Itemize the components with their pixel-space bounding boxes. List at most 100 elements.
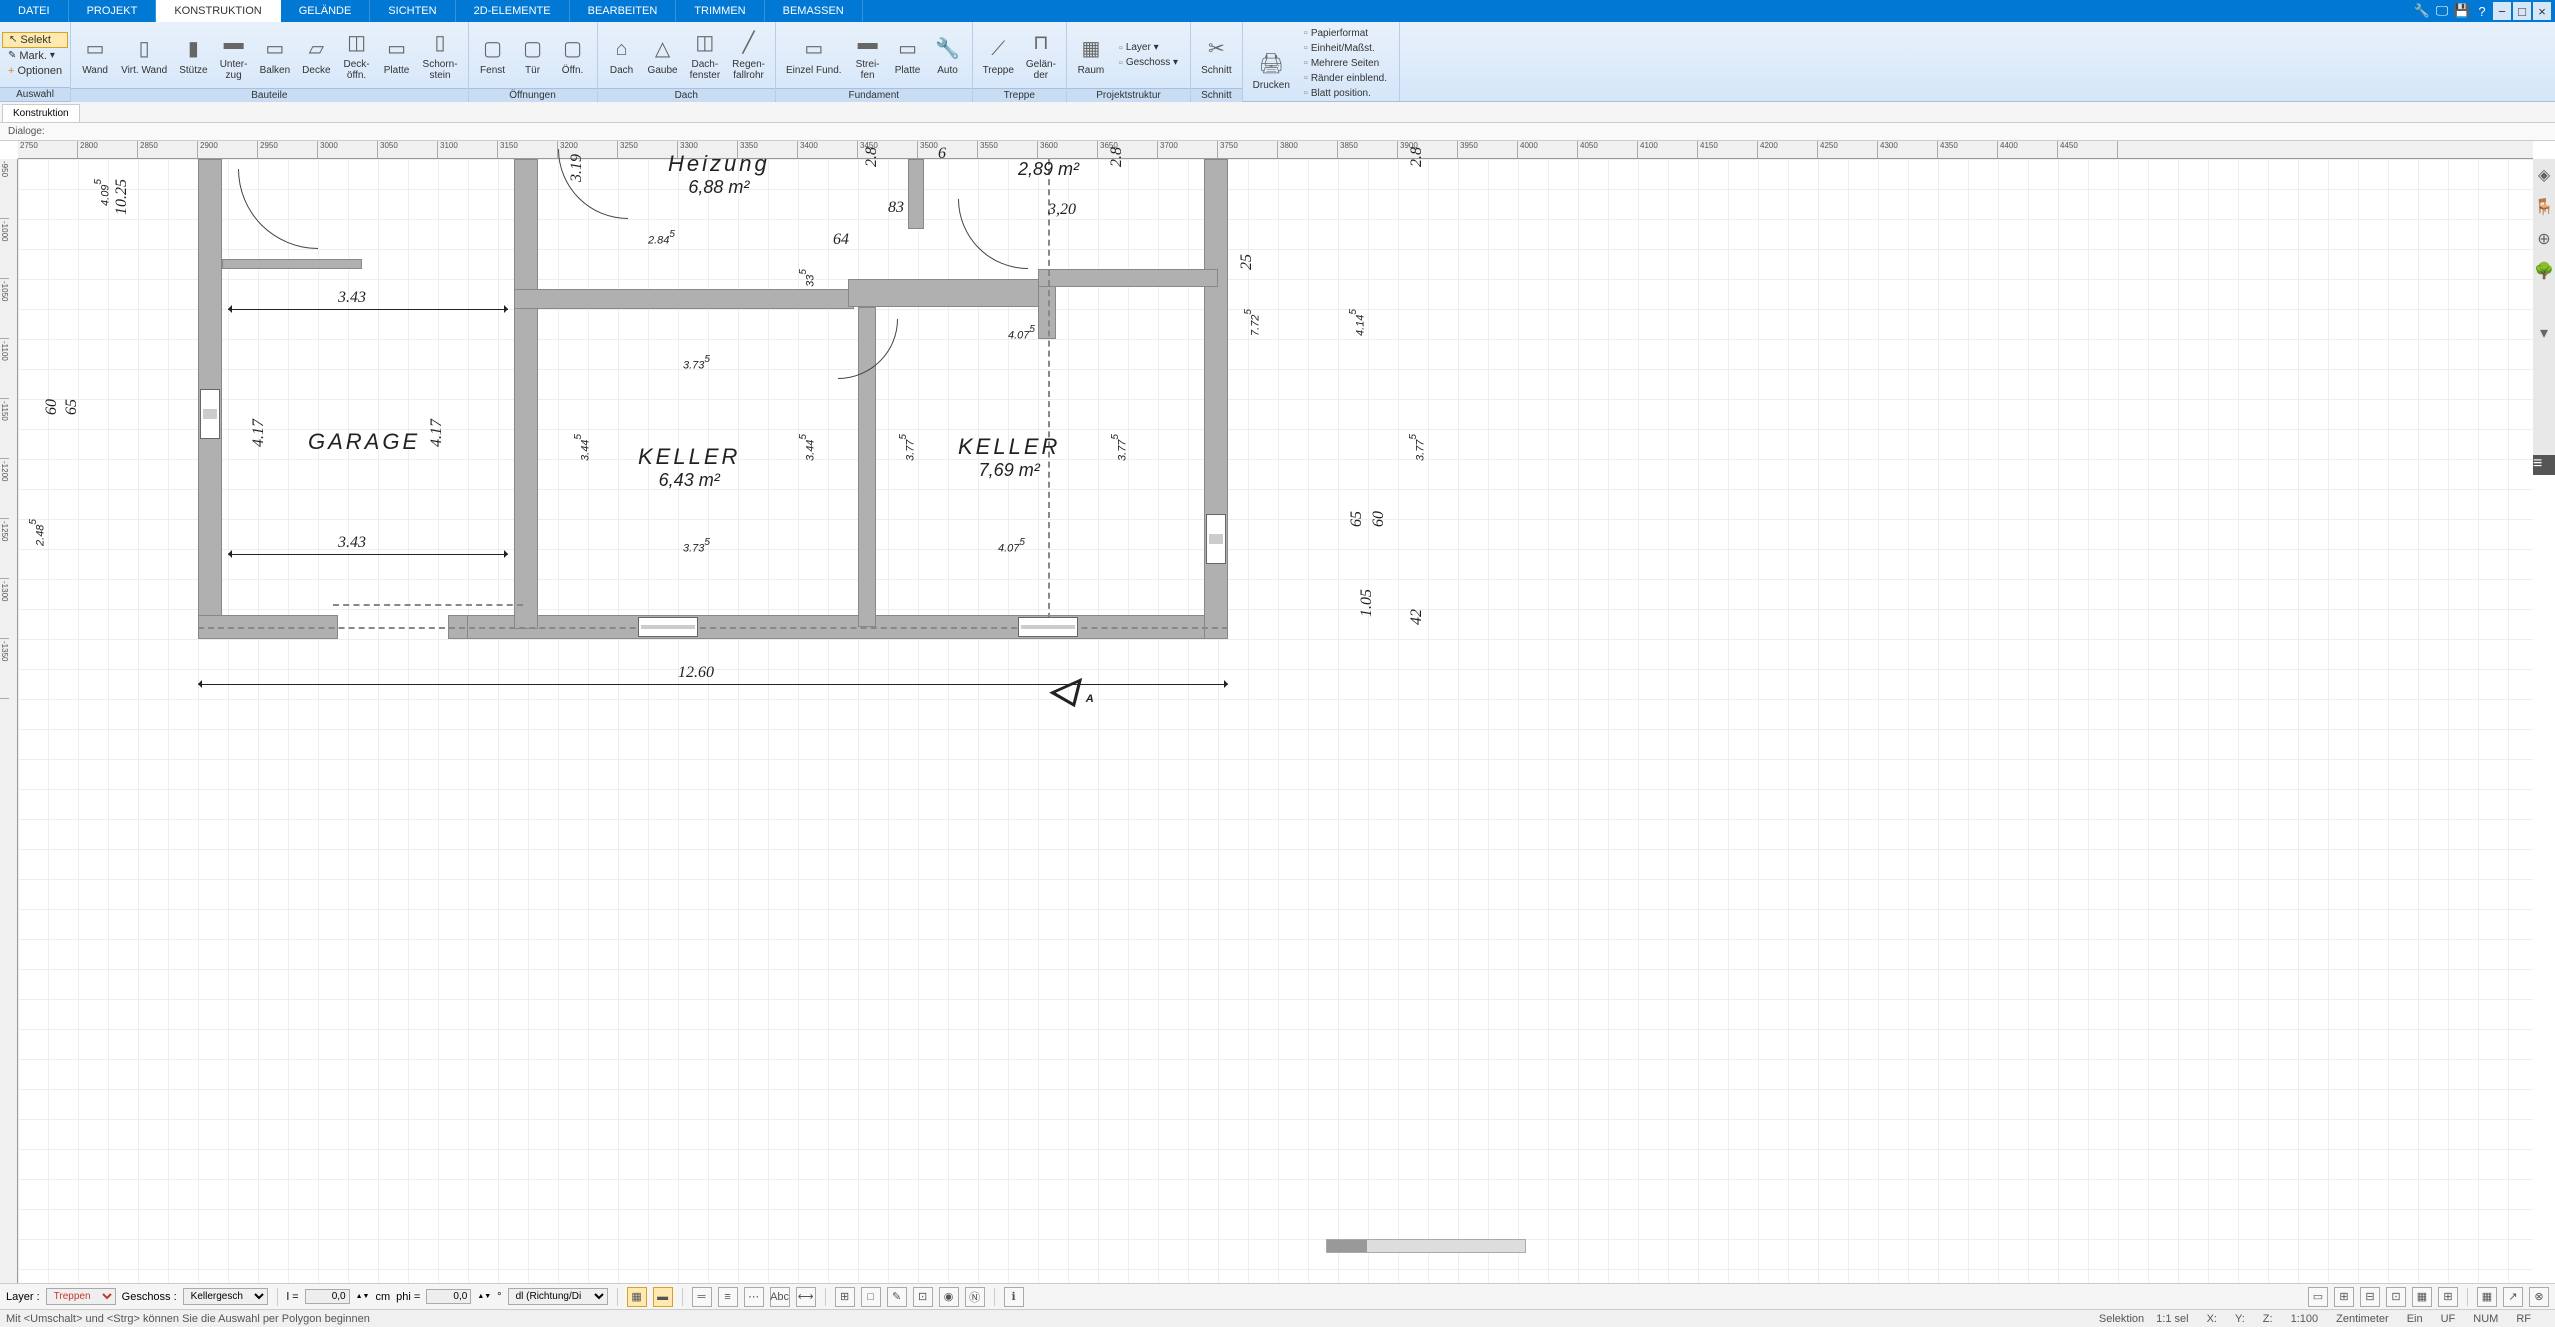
minimize-icon[interactable]: − — [2493, 2, 2511, 20]
view1-icon[interactable]: ▭ — [2308, 1287, 2328, 1307]
snap1-icon[interactable]: ⊡ — [913, 1287, 933, 1307]
schnitt-button[interactable]: ✂Schnitt — [1195, 24, 1238, 86]
tab-2d-elemente[interactable]: 2D-ELEMENTE — [456, 0, 570, 22]
tab-datei[interactable]: DATEI — [0, 0, 69, 22]
dim-icon[interactable]: ⟷ — [796, 1287, 816, 1307]
schornstein-button[interactable]: ▯Schorn-stein — [417, 24, 464, 86]
hatch-icon[interactable]: ▦ — [627, 1287, 647, 1307]
target-icon[interactable]: ⊕ — [2537, 229, 2550, 249]
drucken-button[interactable]: 🖨Drucken — [1247, 40, 1296, 102]
view6-icon[interactable]: ⊞ — [2438, 1287, 2458, 1307]
blattposition-button[interactable]: ▫ Blatt position. — [1298, 86, 1393, 100]
maximize-icon[interactable]: □ — [2513, 2, 2531, 20]
north-icon[interactable]: Ⓝ — [965, 1287, 985, 1307]
tool-icon[interactable]: 🔧 — [2413, 2, 2431, 20]
guide-icon[interactable]: ✎ — [887, 1287, 907, 1307]
balken-button[interactable]: ▭Balken — [254, 24, 297, 86]
handle-icon[interactable]: ≡ — [2533, 455, 2555, 475]
wand-button[interactable]: ▭Wand — [75, 24, 115, 86]
fill-icon[interactable]: ▬ — [653, 1287, 673, 1307]
einzelfund-button[interactable]: ▭Einzel Fund. — [780, 24, 848, 86]
tab-bemassen[interactable]: BEMASSEN — [765, 0, 863, 22]
layer-select[interactable]: Treppen — [46, 1288, 116, 1305]
treppe-button[interactable]: ⟋Treppe — [977, 24, 1020, 86]
fenst-button[interactable]: ▢Fenst — [473, 24, 513, 86]
titlebar-controls: 🔧 🖵 💾 ? − □ × — [2413, 0, 2555, 22]
opt3-icon[interactable]: ⊗ — [2529, 1287, 2549, 1307]
streifen-button[interactable]: ▬Strei-fen — [848, 24, 888, 86]
opt1-icon[interactable]: ▦ — [2477, 1287, 2497, 1307]
decke-button[interactable]: ▱Decke — [296, 24, 336, 86]
dachfenster-button[interactable]: ◫Dach-fenster — [684, 24, 727, 86]
selekt-button[interactable]: ↖ Selekt — [2, 32, 68, 48]
snap2-icon[interactable]: ◉ — [939, 1287, 959, 1307]
dim: 4.145 — [1348, 309, 1369, 336]
room-technik: 2,89 m² — [1018, 159, 1079, 180]
length-input[interactable] — [305, 1289, 350, 1304]
platte-button[interactable]: ▭Platte — [377, 24, 417, 86]
geschoss-select[interactable]: Kellergesch — [183, 1288, 268, 1305]
save-icon[interactable]: 💾 — [2453, 2, 2471, 20]
text-icon[interactable]: Abc — [770, 1287, 790, 1307]
line3-icon[interactable]: ⋯ — [744, 1287, 764, 1307]
raum-button[interactable]: ▦Raum — [1071, 24, 1111, 86]
view5-icon[interactable]: ▦ — [2412, 1287, 2432, 1307]
dim: 64 — [833, 231, 849, 249]
tab-projekt[interactable]: PROJEKT — [69, 0, 157, 22]
tab-trimmen[interactable]: TRIMMEN — [676, 0, 764, 22]
virtwand-button[interactable]: ▯Virt. Wand — [115, 24, 173, 86]
mehrereseiten-button[interactable]: ▫ Mehrere Seiten — [1298, 56, 1393, 70]
window — [1018, 617, 1078, 637]
mark-button[interactable]: ✎ Mark. ▾ — [2, 49, 68, 63]
view2-icon[interactable]: ⊞ — [2334, 1287, 2354, 1307]
dim: 10.25 — [113, 179, 131, 215]
tr-button[interactable]: ▢Tür — [513, 24, 553, 86]
main-tabs: DATEIPROJEKTKONSTRUKTIONGELÄNDESICHTEN2D… — [0, 0, 2555, 22]
view3-icon[interactable]: ⊟ — [2360, 1287, 2380, 1307]
direction-select[interactable]: dl (Richtung/Di — [508, 1288, 608, 1305]
dim: 4.075 — [1008, 324, 1035, 343]
furniture-icon[interactable]: 🪑 — [2534, 197, 2554, 217]
collapse-icon[interactable]: ▾ — [2540, 323, 2548, 343]
platte-button[interactable]: ▭Platte — [888, 24, 928, 86]
tab-gelände[interactable]: GELÄNDE — [281, 0, 371, 22]
papierformat-button[interactable]: ▫ Papierformat — [1298, 26, 1393, 40]
info-icon[interactable]: ℹ — [1004, 1287, 1024, 1307]
tab-bearbeiten[interactable]: BEARBEITEN — [570, 0, 677, 22]
ffn-button[interactable]: ▢Öffn. — [553, 24, 593, 86]
close-icon[interactable]: × — [2533, 2, 2551, 20]
geschoss-button[interactable]: ▫ Geschoss ▾ — [1113, 56, 1184, 70]
einheitmast-button[interactable]: ▫ Einheit/Maßst. — [1298, 41, 1393, 55]
tab-sichten[interactable]: SICHTEN — [370, 0, 455, 22]
opt2-icon[interactable]: ↗ — [2503, 1287, 2523, 1307]
drawing-canvas[interactable]: Heizung6,88 m² GARAGE KELLER6,43 m² KELL… — [18, 159, 2533, 1283]
dach-button[interactable]: ⌂Dach — [602, 24, 642, 86]
layer-button[interactable]: ▫ Layer ▾ — [1113, 41, 1184, 55]
grid2-icon[interactable]: □ — [861, 1287, 881, 1307]
line1-icon[interactable]: ═ — [692, 1287, 712, 1307]
dim: 65 — [1348, 511, 1366, 527]
optionen-button[interactable]: + Optionen — [2, 64, 68, 78]
gaube-button[interactable]: △Gaube — [642, 24, 684, 86]
dim: 3.735 — [683, 354, 710, 373]
layers-icon[interactable]: ◈ — [2538, 165, 2550, 185]
dim: 6 — [938, 145, 946, 163]
auto-button[interactable]: 🔧Auto — [928, 24, 968, 86]
horizontal-scrollbar[interactable] — [1326, 1239, 1526, 1253]
screen-icon[interactable]: 🖵 — [2433, 2, 2451, 20]
deckffn-button[interactable]: ◫Deck-öffn. — [337, 24, 377, 86]
gelnder-button[interactable]: ⊓Gelän-der — [1020, 24, 1062, 86]
angle-input[interactable] — [426, 1289, 471, 1304]
help-icon[interactable]: ? — [2473, 2, 2491, 20]
tree-icon[interactable]: 🌳 — [2534, 261, 2554, 281]
dim: 60 — [1370, 511, 1388, 527]
unterzug-button[interactable]: ▬Unter-zug — [214, 24, 254, 86]
view4-icon[interactable]: ⊡ — [2386, 1287, 2406, 1307]
grid1-icon[interactable]: ⊞ — [835, 1287, 855, 1307]
sub-tab-konstruktion[interactable]: Konstruktion — [2, 104, 80, 122]
regenfallrohr-button[interactable]: ╱Regen-fallrohr — [726, 24, 771, 86]
sttze-button[interactable]: ▮Stütze — [173, 24, 213, 86]
line2-icon[interactable]: ≡ — [718, 1287, 738, 1307]
rndereinblend-button[interactable]: ▫ Ränder einblend. — [1298, 71, 1393, 85]
tab-konstruktion[interactable]: KONSTRUKTION — [156, 0, 280, 22]
